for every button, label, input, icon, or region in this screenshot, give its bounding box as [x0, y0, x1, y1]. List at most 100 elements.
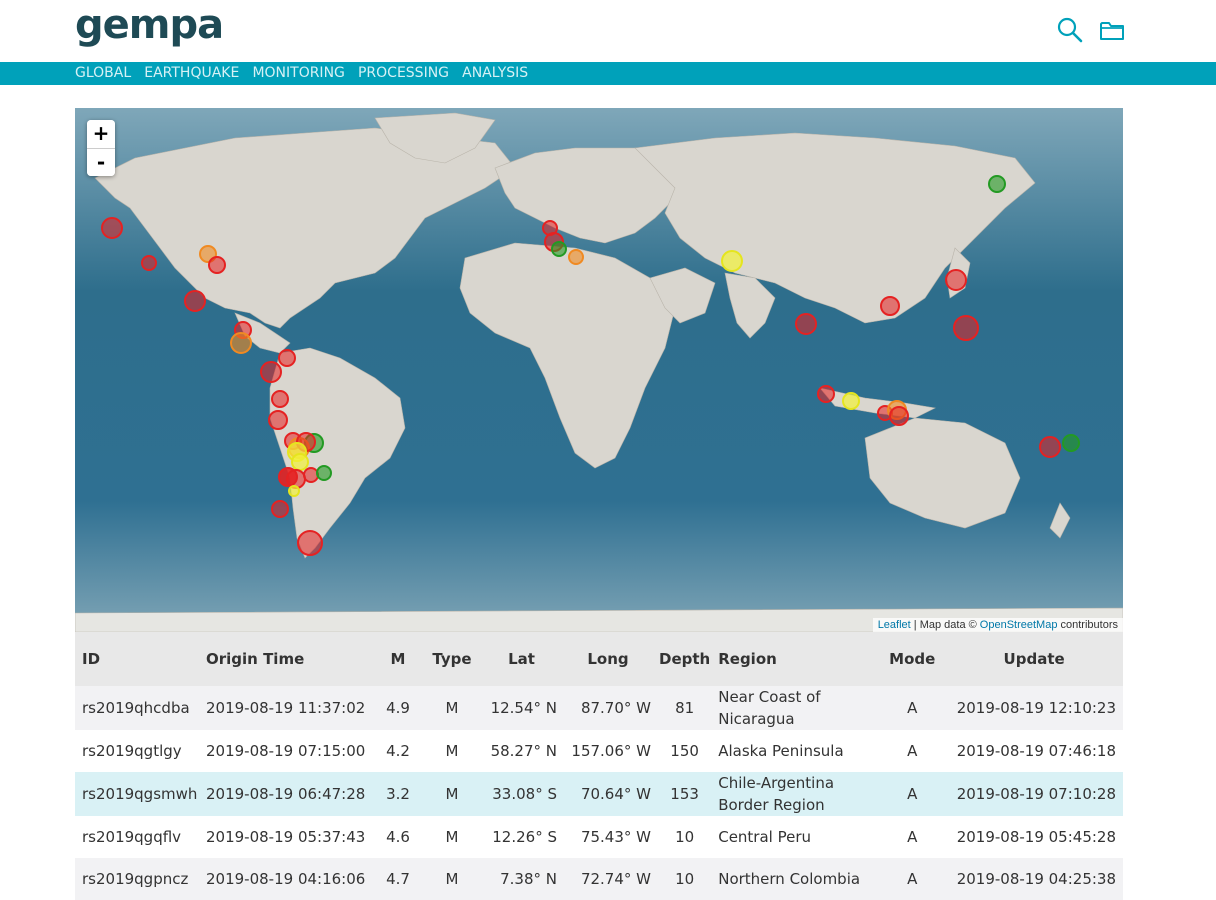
quake-marker[interactable]: [297, 530, 323, 556]
cell-mode: A: [876, 686, 949, 730]
quake-marker[interactable]: [842, 392, 860, 410]
contributors-label: contributors: [1060, 619, 1118, 631]
cell-region: Northern Colombia: [714, 858, 877, 900]
openstreetmap-link[interactable]: OpenStreetMap: [980, 619, 1058, 631]
quake-marker[interactable]: [101, 217, 123, 239]
map-data-label: | Map data ©: [913, 619, 977, 631]
cell-type: M: [422, 730, 482, 772]
cell-id: rs2019qgsmwh: [75, 772, 202, 816]
cell-magnitude: 4.9: [374, 686, 422, 730]
cell-long: 157.06° W: [561, 730, 655, 772]
nav-item-global[interactable]: GLOBAL: [75, 62, 131, 85]
earthquake-map[interactable]: + - Leaflet | Map data © OpenStreetMap c…: [75, 108, 1123, 632]
quake-marker[interactable]: [721, 250, 743, 272]
quake-marker[interactable]: [268, 410, 288, 430]
cell-origin-time: 2019-08-19 05:37:43: [202, 816, 374, 858]
quake-marker[interactable]: [141, 255, 157, 271]
leaflet-link[interactable]: Leaflet: [878, 619, 911, 631]
quake-marker[interactable]: [953, 315, 979, 341]
table-row[interactable]: rs2019qgtlgy 2019-08-19 07:15:00 4.2 M 5…: [75, 730, 1123, 772]
zoom-in-button[interactable]: +: [87, 120, 115, 148]
col-region[interactable]: Region: [714, 632, 877, 686]
col-id[interactable]: ID: [75, 632, 202, 686]
cell-update: 2019-08-19 04:25:38: [948, 858, 1123, 900]
cell-depth: 150: [655, 730, 715, 772]
quake-marker[interactable]: [551, 241, 567, 257]
cell-origin-time: 2019-08-19 07:15:00: [202, 730, 374, 772]
table-row[interactable]: rs2019qgsmwh 2019-08-19 06:47:28 3.2 M 3…: [75, 772, 1123, 816]
col-type[interactable]: Type: [422, 632, 482, 686]
cell-depth: 81: [655, 686, 715, 730]
quake-marker[interactable]: [817, 385, 835, 403]
search-icon[interactable]: [1056, 16, 1084, 44]
col-lat[interactable]: Lat: [482, 632, 561, 686]
gempa-logo[interactable]: gempa: [75, 2, 224, 48]
cell-lat: 58.27° N: [482, 730, 561, 772]
cell-mode: A: [876, 858, 949, 900]
cell-id: rs2019qgpncz: [75, 858, 202, 900]
quake-marker[interactable]: [889, 406, 909, 426]
nav-item-analysis[interactable]: ANALYSIS: [462, 62, 528, 85]
folder-icon[interactable]: [1098, 16, 1126, 44]
col-long[interactable]: Long: [561, 632, 655, 686]
map-attribution: Leaflet | Map data © OpenStreetMap contr…: [872, 618, 1123, 632]
cell-id: rs2019qgqflv: [75, 816, 202, 858]
cell-id: rs2019qgtlgy: [75, 730, 202, 772]
cell-origin-time: 2019-08-19 06:47:28: [202, 772, 374, 816]
quake-marker[interactable]: [260, 361, 282, 383]
quake-marker[interactable]: [230, 332, 252, 354]
quake-marker[interactable]: [945, 269, 967, 291]
cell-lat: 12.54° N: [482, 686, 561, 730]
zoom-out-button[interactable]: -: [87, 148, 115, 176]
main-nav: GLOBAL EARTHQUAKE MONITORING PROCESSING …: [0, 62, 1216, 85]
quake-marker[interactable]: [1039, 436, 1061, 458]
cell-update: 2019-08-19 07:10:28: [948, 772, 1123, 816]
quake-marker[interactable]: [208, 256, 226, 274]
cell-lat: 33.08° S: [482, 772, 561, 816]
nav-item-monitoring[interactable]: MONITORING: [252, 62, 344, 85]
quake-marker[interactable]: [286, 469, 306, 489]
cell-magnitude: 3.2: [374, 772, 422, 816]
quake-marker[interactable]: [568, 249, 584, 265]
cell-id: rs2019qhcdba: [75, 686, 202, 730]
table-row[interactable]: rs2019qgpncz 2019-08-19 04:16:06 4.7 M 7…: [75, 858, 1123, 900]
cell-type: M: [422, 816, 482, 858]
cell-lat: 7.38° N: [482, 858, 561, 900]
col-mode[interactable]: Mode: [876, 632, 949, 686]
quake-marker[interactable]: [184, 290, 206, 312]
cell-long: 87.70° W: [561, 686, 655, 730]
cell-region: Central Peru: [714, 816, 877, 858]
cell-mode: A: [876, 730, 949, 772]
col-update[interactable]: Update: [948, 632, 1123, 686]
map-tiles[interactable]: [75, 108, 1123, 632]
col-depth[interactable]: Depth: [655, 632, 715, 686]
nav-item-earthquake[interactable]: EARTHQUAKE: [144, 62, 239, 85]
cell-region: Near Coast of Nicaragua: [714, 686, 877, 730]
header: gempa: [0, 0, 1216, 62]
cell-type: M: [422, 772, 482, 816]
quake-marker[interactable]: [278, 349, 296, 367]
table-row[interactable]: rs2019qgqflv 2019-08-19 05:37:43 4.6 M 1…: [75, 816, 1123, 858]
earthquake-table: ID Origin Time M Type Lat Long Depth Reg…: [75, 632, 1123, 900]
quake-marker[interactable]: [303, 467, 319, 483]
quake-marker[interactable]: [291, 453, 309, 471]
quake-marker[interactable]: [880, 296, 900, 316]
table-row[interactable]: rs2019qhcdba 2019-08-19 11:37:02 4.9 M 1…: [75, 686, 1123, 730]
cell-origin-time: 2019-08-19 11:37:02: [202, 686, 374, 730]
cell-update: 2019-08-19 05:45:28: [948, 816, 1123, 858]
quake-marker[interactable]: [1062, 434, 1080, 452]
quake-marker[interactable]: [288, 485, 300, 497]
cell-mode: A: [876, 772, 949, 816]
quake-marker[interactable]: [271, 390, 289, 408]
col-magnitude[interactable]: M: [374, 632, 422, 686]
cell-region: Chile-Argentina Border Region: [714, 772, 877, 816]
quake-marker[interactable]: [795, 313, 817, 335]
cell-update: 2019-08-19 12:10:23: [948, 686, 1123, 730]
col-origin-time[interactable]: Origin Time: [202, 632, 374, 686]
nav-item-processing[interactable]: PROCESSING: [358, 62, 449, 85]
quake-marker[interactable]: [988, 175, 1006, 193]
quake-marker[interactable]: [316, 465, 332, 481]
quake-marker[interactable]: [271, 500, 289, 518]
cell-type: M: [422, 686, 482, 730]
cell-magnitude: 4.6: [374, 816, 422, 858]
